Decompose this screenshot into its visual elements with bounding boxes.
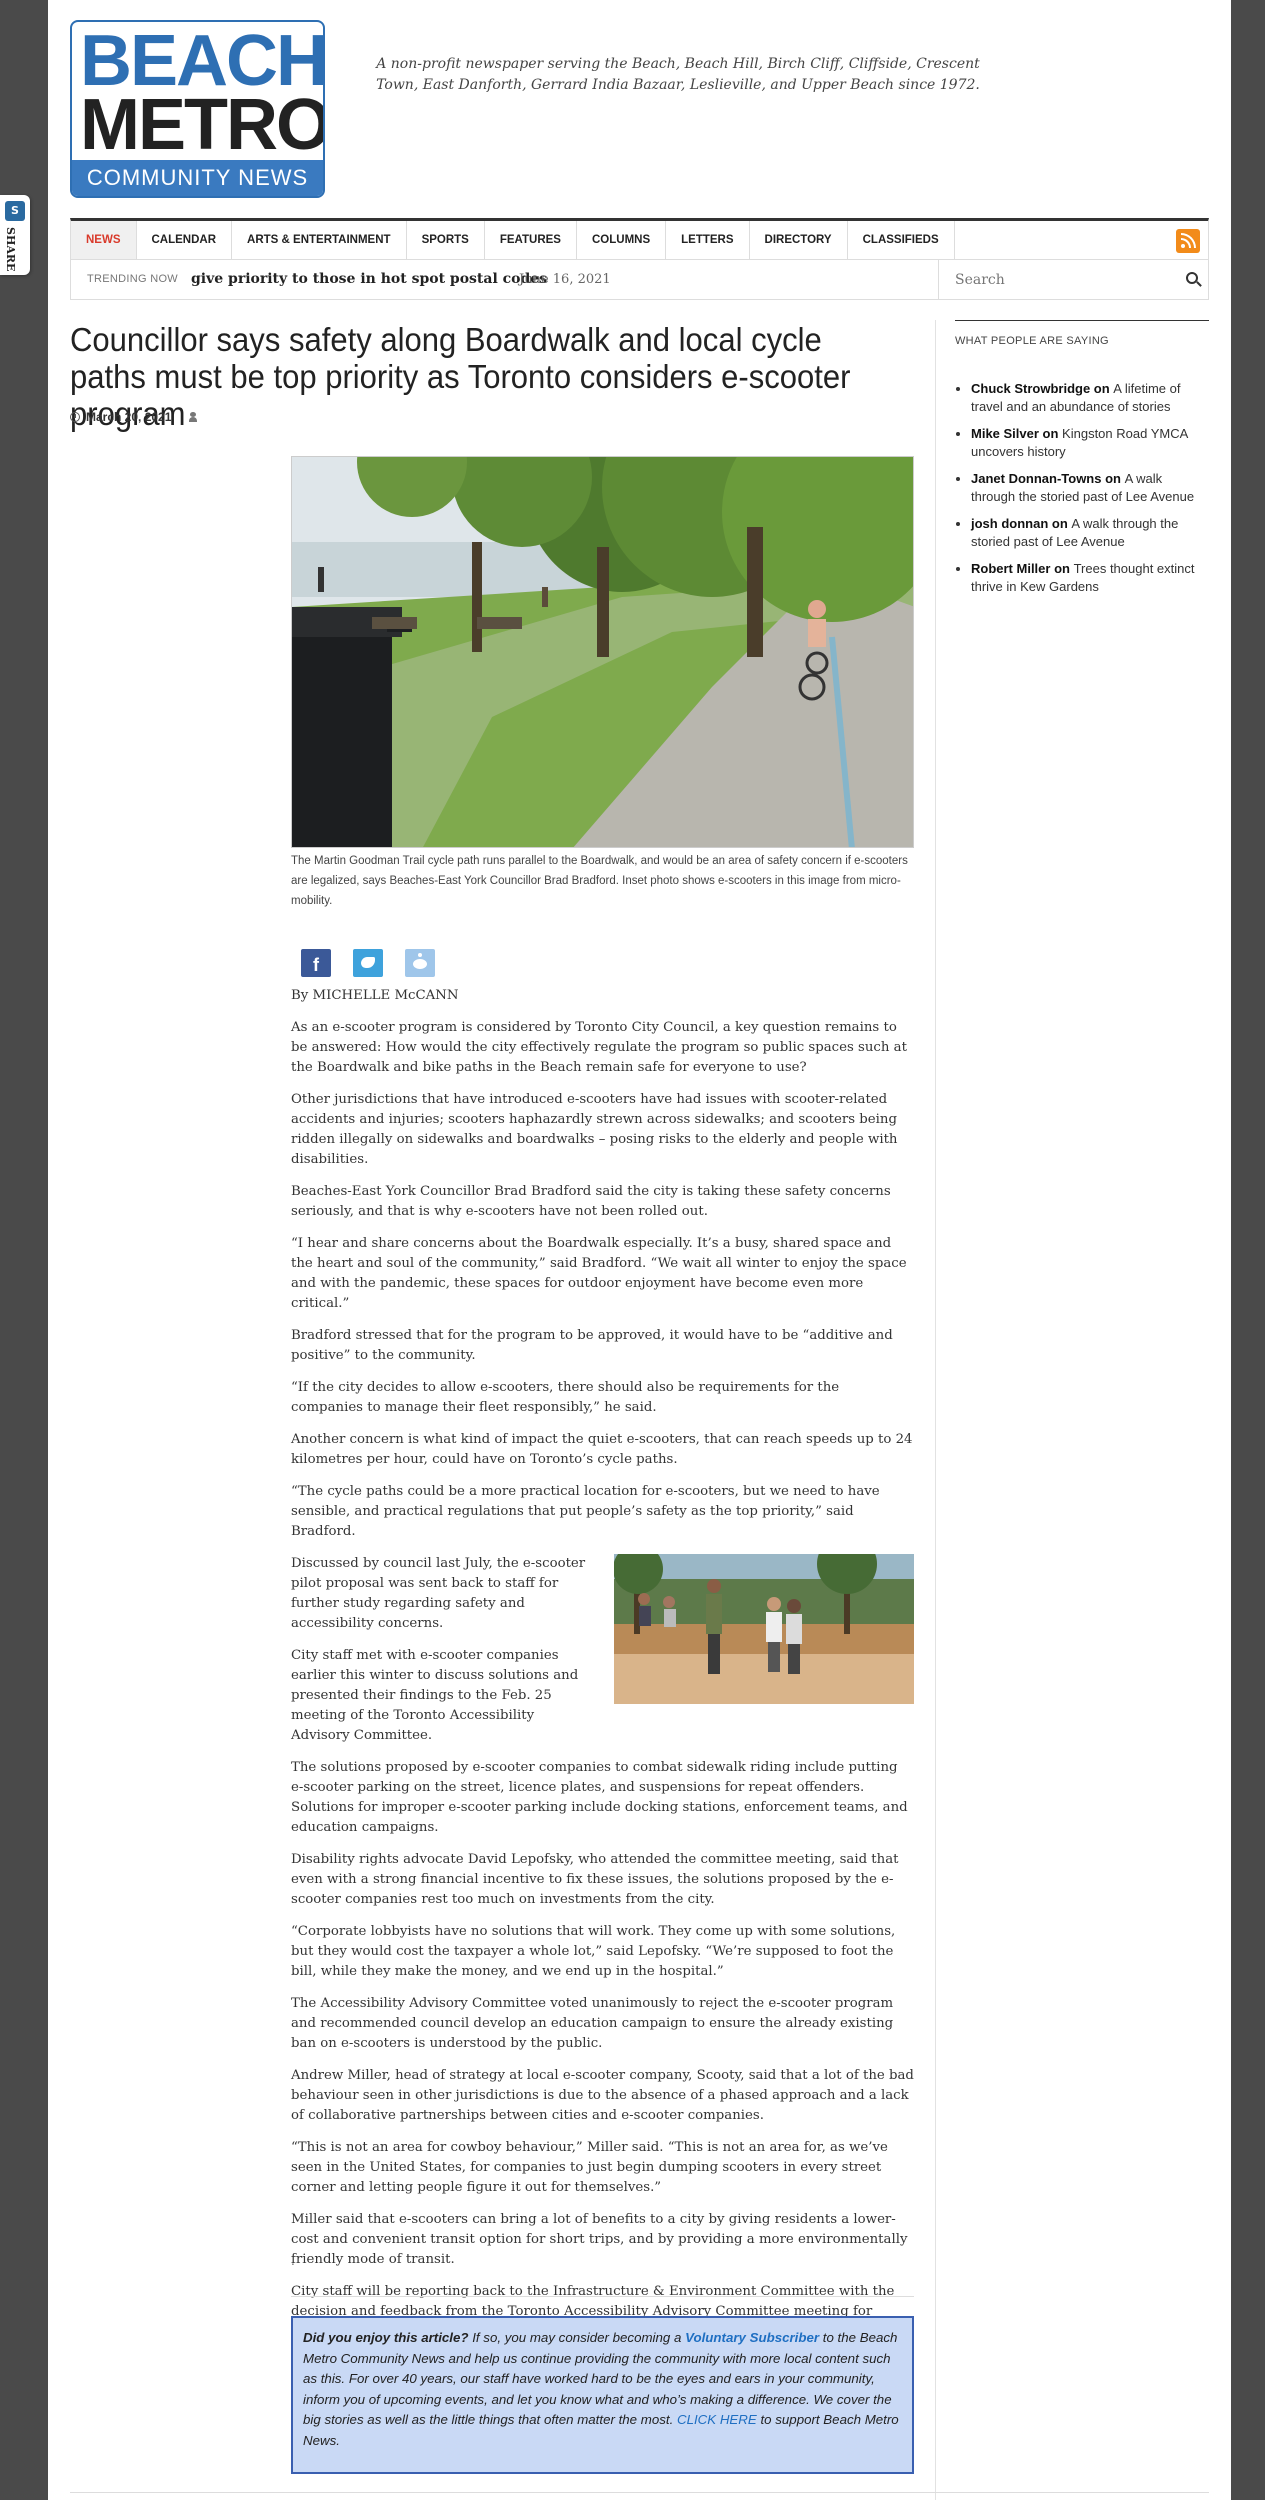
comment-on: on <box>1101 471 1125 486</box>
article-paragraph: “The cycle paths could be a more practic… <box>291 1484 880 1539</box>
trailing-dot: . <box>291 2254 295 2268</box>
facebook-icon[interactable]: f <box>301 949 331 977</box>
article-paragraph: Beaches-East York Councillor Brad Bradfo… <box>291 1184 891 1219</box>
article-paragraph: “This is not an area for cowboy behaviou… <box>291 2140 888 2195</box>
nav-item-letters[interactable]: LETTERS <box>666 221 750 259</box>
article-paragraph: As an e-scooter program is considered by… <box>291 1020 907 1075</box>
column-divider <box>935 320 936 2500</box>
nav-item-directory[interactable]: DIRECTORY <box>750 221 848 259</box>
share-icon: S <box>5 201 25 221</box>
inset-photo <box>614 1554 914 1704</box>
nav-item-columns[interactable]: COLUMNS <box>577 221 667 259</box>
search-icon[interactable] <box>1186 272 1198 284</box>
trending-date: June 16, 2021 <box>519 272 611 287</box>
search-box <box>938 260 1210 299</box>
twitter-icon[interactable] <box>353 949 383 977</box>
nav-item-news[interactable]: NEWS <box>71 221 137 259</box>
featured-photo <box>291 456 914 848</box>
share-tab[interactable]: S SHARE <box>0 195 30 275</box>
share-buttons: f <box>301 949 435 977</box>
article-byline: By MICHELLE McCANN <box>291 988 459 1003</box>
page: BEACH METRO COMMUNITY NEWS A non-profit … <box>48 0 1231 2500</box>
comment-author[interactable]: Mike Silver <box>971 426 1039 441</box>
article-date: March 20, 2021 <box>86 410 172 424</box>
author-icon[interactable] <box>189 412 198 422</box>
article-paragraph: Bradford stressed that for the program t… <box>291 1328 893 1363</box>
nav-item-sports[interactable]: SPORTS <box>407 221 485 259</box>
article-paragraph: “Corporate lobbyists have no solutions t… <box>291 1924 896 1979</box>
nav-item-calendar[interactable]: CALENDAR <box>137 221 233 259</box>
main-nav: NEWS CALENDAR ARTS & ENTERTAINMENT SPORT… <box>70 218 1209 260</box>
comment-author[interactable]: josh donnan <box>971 516 1048 531</box>
comment-author[interactable]: Janet Donnan-Towns <box>971 471 1101 486</box>
site-tagline: A non-profit newspaper serving the Beach… <box>376 56 980 93</box>
nav-item-features[interactable]: FEATURES <box>485 221 577 259</box>
sidebar-heading: WHAT PEOPLE ARE SAYING <box>955 320 1209 347</box>
share-label: SHARE <box>4 227 17 272</box>
logo-line-2: METRO <box>80 85 325 165</box>
bottom-rule <box>70 2492 1209 2493</box>
list-item: Robert Miller on Trees thought extinct t… <box>971 560 1209 595</box>
list-item: Janet Donnan-Towns on A walk through the… <box>971 470 1209 505</box>
recent-comments: Chuck Strowbridge on A lifetime of trave… <box>971 380 1209 605</box>
trending-link[interactable]: give priority to those in hot spot posta… <box>191 271 547 287</box>
site-logo[interactable]: BEACH METRO COMMUNITY NEWS <box>70 20 325 198</box>
reddit-icon[interactable] <box>405 949 435 977</box>
article-paragraph: Other jurisdictions that have introduced… <box>291 1092 898 1167</box>
comment-on: on <box>1090 381 1114 396</box>
click-here-link[interactable]: CLICK HERE <box>677 2412 757 2427</box>
article-paragraph: Andrew Miller, head of strategy at local… <box>291 2068 914 2123</box>
comment-on: on <box>1038 426 1063 441</box>
article-body: By MICHELLE McCANN As an e-scooter progr… <box>291 986 914 2354</box>
article-paragraph: Disability rights advocate David Lepofsk… <box>291 1852 899 1907</box>
article-paragraph: “I hear and share concerns about the Boa… <box>291 1236 907 1311</box>
comment-author[interactable]: Chuck Strowbridge <box>971 381 1090 396</box>
trending-bar: TRENDING NOW give priority to those in h… <box>70 260 1209 300</box>
photo-caption: The Martin Goodman Trail cycle path runs… <box>291 855 908 907</box>
article-meta: March 20, 2021 <box>70 410 198 424</box>
list-item: Chuck Strowbridge on A lifetime of trave… <box>971 380 1209 415</box>
nav-item-arts-entertainment[interactable]: ARTS & ENTERTAINMENT <box>232 221 407 259</box>
comment-on: on <box>1050 561 1074 576</box>
list-item: Mike Silver on Kingston Road YMCA uncove… <box>971 425 1209 460</box>
nav-item-classifieds[interactable]: CLASSIFIEDS <box>848 221 955 259</box>
article-paragraph: “If the city decides to allow e-scooters… <box>291 1380 840 1415</box>
support-separator <box>291 2296 914 2297</box>
list-item: josh donnan on A walk through the storie… <box>971 515 1209 550</box>
logo-line-3: COMMUNITY NEWS <box>72 160 323 196</box>
support-text-1: If so, you may consider becoming a <box>468 2330 686 2345</box>
support-lead: Did you enjoy this article? <box>303 2330 469 2345</box>
search-input[interactable] <box>939 260 1179 299</box>
article-paragraph: The Accessibility Advisory Committee vot… <box>291 1996 894 2051</box>
support-box: Did you enjoy this article? If so, you m… <box>291 2316 914 2474</box>
comment-on: on <box>1048 516 1072 531</box>
rss-icon[interactable] <box>1176 229 1200 253</box>
article-paragraph: Another concern is what kind of impact t… <box>291 1432 913 1467</box>
comment-author[interactable]: Robert Miller <box>971 561 1050 576</box>
voluntary-subscriber-link[interactable]: Voluntary Subscriber <box>685 2330 819 2345</box>
clock-icon <box>70 412 80 422</box>
trending-label: TRENDING NOW <box>87 273 178 285</box>
article-paragraph: Miller said that e-scooters can bring a … <box>291 2212 908 2267</box>
article-paragraph: The solutions proposed by e-scooter comp… <box>291 1760 908 1835</box>
